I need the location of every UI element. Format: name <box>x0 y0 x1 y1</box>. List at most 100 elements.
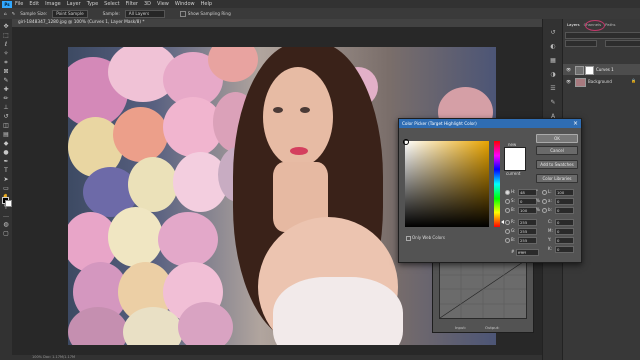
mask-thumbnail[interactable] <box>585 66 594 75</box>
ok-button[interactable]: OK <box>536 134 578 143</box>
document-tab[interactable]: girl-1848347_1280.jpg @ 100% (Curves 1, … <box>12 19 542 27</box>
screen-mode-icon[interactable]: ▢ <box>2 230 10 237</box>
dodge-tool-icon[interactable]: ● <box>2 149 10 156</box>
layer-row-background[interactable]: 👁 Background 🔒 <box>563 76 640 87</box>
hex-field[interactable]: ffffff <box>516 249 539 256</box>
quick-select-tool-icon[interactable]: ✧ <box>2 50 10 57</box>
type-tool-icon[interactable]: T <box>2 167 10 174</box>
sample-dropdown[interactable]: All Layers <box>124 9 165 18</box>
menu-file[interactable]: File <box>15 1 23 7</box>
color-libraries-button[interactable]: Color Libraries <box>536 174 578 183</box>
dialog-title-bar[interactable]: Color Picker (Target Highlight Color) <box>399 119 581 128</box>
blur-tool-icon[interactable]: ◆ <box>2 140 10 147</box>
brush-tool-icon[interactable]: ✏ <box>2 95 10 102</box>
hue-slider[interactable] <box>494 141 500 227</box>
tab-layers[interactable]: Layers <box>567 21 580 29</box>
crop-tool-icon[interactable]: ⌗ <box>2 59 10 66</box>
menu-help[interactable]: Help <box>201 1 212 7</box>
eyedropper-icon[interactable]: ✎ <box>12 11 16 16</box>
flower-shape <box>128 157 178 212</box>
c-field[interactable]: 0 <box>555 219 574 226</box>
background-color-swatch[interactable] <box>5 200 12 207</box>
add-to-swatches-button[interactable]: Add to Swatches <box>536 160 578 169</box>
visibility-eye-icon[interactable]: 👁 <box>566 79 571 84</box>
menu-layer[interactable]: Layer <box>67 1 81 7</box>
a-field[interactable]: 0 <box>555 198 574 205</box>
more-tools-icon[interactable]: … <box>2 212 10 219</box>
brush-settings-icon[interactable]: ✎ <box>549 99 557 106</box>
quick-mask-icon[interactable]: ◍ <box>2 221 10 228</box>
only-web-colors-checkbox[interactable] <box>406 236 411 241</box>
output-label: Output: <box>485 325 500 330</box>
blue-radio[interactable] <box>505 238 510 243</box>
lasso-tool-icon[interactable]: ℓ <box>2 41 10 48</box>
hue-slider-arrow[interactable] <box>501 220 504 224</box>
c-label: C: <box>548 219 553 224</box>
frame-tool-icon[interactable]: ⊠ <box>2 68 10 75</box>
b-radio[interactable] <box>505 208 510 213</box>
layer-filter-field[interactable] <box>565 32 640 39</box>
tab-paths[interactable]: Paths <box>605 21 615 29</box>
shape-tool-icon[interactable]: ▭ <box>2 185 10 192</box>
show-sampling-ring-option[interactable]: Show Sampling Ring <box>179 10 231 17</box>
pen-tool-icon[interactable]: ✒ <box>2 158 10 165</box>
lab-b-field[interactable]: 0 <box>555 207 574 214</box>
eraser-tool-icon[interactable]: ◫ <box>2 122 10 129</box>
marquee-tool-icon[interactable]: ⬚ <box>2 32 10 39</box>
move-tool-icon[interactable]: ✥ <box>2 23 10 30</box>
lab-b-radio[interactable] <box>542 208 547 213</box>
eye-shape <box>273 107 283 113</box>
history-icon[interactable]: ↺ <box>549 29 557 36</box>
lock-icon: 🔒 <box>631 78 636 83</box>
menu-view[interactable]: View <box>157 1 169 7</box>
healing-tool-icon[interactable]: ✚ <box>2 86 10 93</box>
l-field[interactable]: 100 <box>555 189 574 196</box>
cancel-button[interactable]: Cancel <box>536 146 578 155</box>
m-field[interactable]: 0 <box>555 228 574 235</box>
home-icon[interactable]: ⌂ <box>4 11 7 16</box>
stamp-tool-icon[interactable]: ⊥ <box>2 104 10 111</box>
color-field[interactable] <box>403 139 489 227</box>
blend-mode-dropdown[interactable] <box>565 40 597 47</box>
sample-size-dropdown[interactable]: Point Sample <box>52 9 88 18</box>
adjustments-icon[interactable]: ◑ <box>549 71 557 78</box>
status-bar: 100% Doc: 1.17M/1.17M <box>12 355 542 360</box>
menu-3d[interactable]: 3D <box>144 1 151 7</box>
menu-filter[interactable]: Filter <box>126 1 138 7</box>
menu-edit[interactable]: Edit <box>29 1 39 7</box>
show-ring-checkbox[interactable] <box>179 10 186 17</box>
h-radio[interactable] <box>505 190 510 195</box>
menu-window[interactable]: Window <box>175 1 195 7</box>
menu-image[interactable]: Image <box>45 1 61 7</box>
menu-type[interactable]: Type <box>87 1 98 7</box>
swatches-icon[interactable]: ▦ <box>549 57 557 64</box>
curves-graph[interactable] <box>439 259 527 319</box>
g-radio[interactable] <box>505 229 510 234</box>
close-icon[interactable]: × <box>573 119 578 128</box>
l-radio[interactable] <box>542 190 547 195</box>
h-field[interactable]: 48 <box>518 189 537 196</box>
visibility-eye-icon[interactable]: 👁 <box>566 67 571 72</box>
b-field[interactable]: 100 <box>518 207 537 214</box>
properties-icon[interactable]: ☰ <box>549 85 557 92</box>
color-field-cursor[interactable] <box>403 139 409 145</box>
y-field[interactable]: 0 <box>555 237 574 244</box>
s-field[interactable]: 0 <box>518 198 537 205</box>
s-radio[interactable] <box>505 199 510 204</box>
m-label: M: <box>548 228 553 233</box>
r-radio[interactable] <box>505 220 510 225</box>
layer-row-curves[interactable]: 👁 Curves 1 <box>563 64 640 75</box>
eyedropper-tool-icon[interactable]: ✎ <box>2 77 10 84</box>
photoshop-logo-icon[interactable]: Ps <box>2 0 12 8</box>
k-field[interactable]: 0 <box>555 246 574 253</box>
blue-field[interactable]: 255 <box>518 237 537 244</box>
menu-select[interactable]: Select <box>104 1 119 7</box>
a-radio[interactable] <box>542 199 547 204</box>
path-select-icon[interactable]: ➤ <box>2 176 10 183</box>
gradient-tool-icon[interactable]: ▤ <box>2 131 10 138</box>
g-field[interactable]: 255 <box>518 228 537 235</box>
history-brush-icon[interactable]: ↺ <box>2 113 10 120</box>
opacity-field[interactable] <box>605 40 640 47</box>
r-field[interactable]: 255 <box>518 219 537 226</box>
color-icon[interactable]: ◐ <box>549 43 557 50</box>
